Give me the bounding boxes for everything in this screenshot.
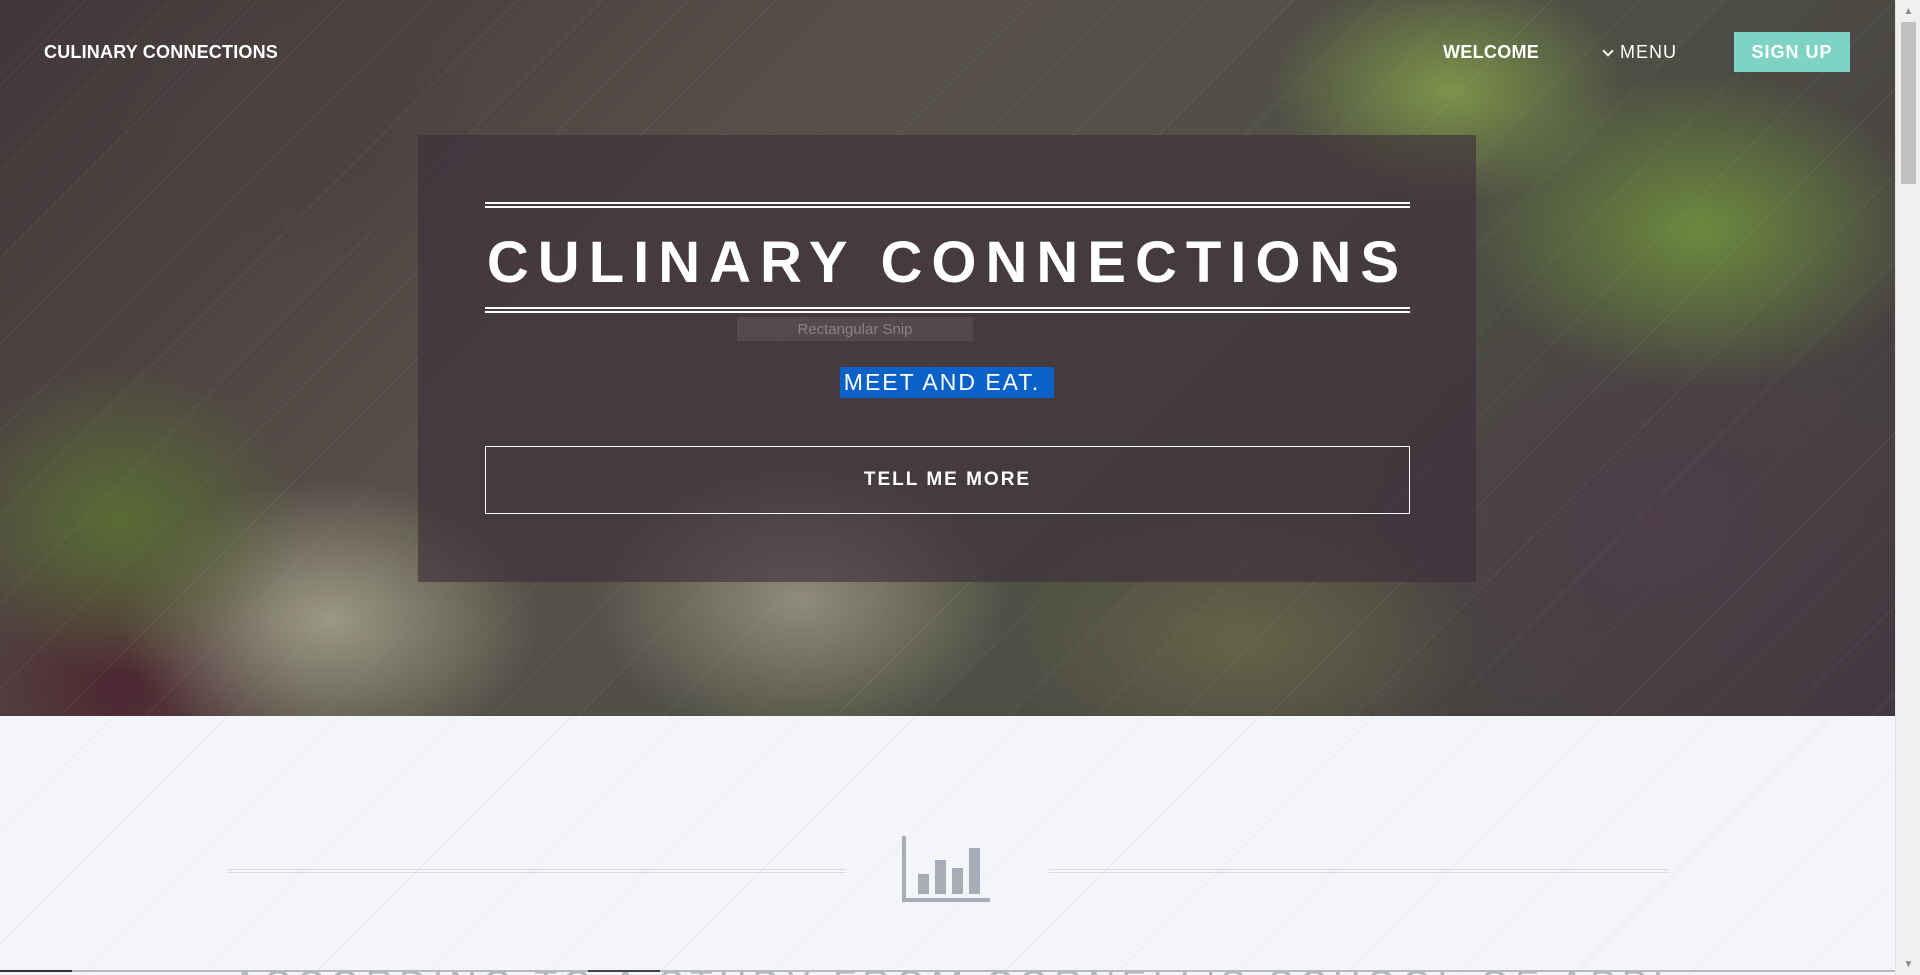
nav-menu-toggle[interactable]: MENU	[1602, 42, 1677, 63]
about-section: ACCORDING TO A STUDY FROM CORNELL'S SCHO…	[0, 716, 1895, 975]
sign-up-button[interactable]: SIGN UP	[1734, 32, 1850, 72]
scrollbar-thumb[interactable]	[1901, 22, 1916, 184]
title-rule-bottom	[485, 307, 1410, 313]
brand-link[interactable]: CULINARY CONNECTIONS	[44, 42, 278, 63]
hero-panel: CULINARY CONNECTIONS Rectangular Snip ME…	[418, 135, 1476, 582]
bottom-edge	[0, 970, 1895, 972]
hero-tagline: MEET AND EAT.	[839, 367, 1055, 398]
bar-chart-icon	[900, 836, 992, 904]
hero-title: CULINARY CONNECTIONS	[486, 230, 1409, 295]
hero-tagline-wrap: MEET AND EAT.	[418, 367, 1476, 398]
scroll-down-icon[interactable]: ▼	[1896, 953, 1920, 975]
chevron-down-icon	[1602, 44, 1614, 57]
title-rule-top	[485, 202, 1410, 208]
tell-me-more-button[interactable]: TELL ME MORE	[485, 446, 1410, 514]
scroll-up-icon[interactable]: ▲	[1896, 0, 1920, 22]
section-divider-left	[228, 869, 846, 873]
nav-menu-label: MENU	[1620, 42, 1677, 62]
vertical-scrollbar[interactable]: ▲ ▼	[1895, 0, 1920, 975]
section-divider-right	[1049, 869, 1668, 873]
top-nav: CULINARY CONNECTIONS WELCOME MENU SIGN U…	[0, 0, 1895, 105]
snip-tool-label: Rectangular Snip	[737, 317, 973, 341]
nav-welcome-link[interactable]: WELCOME	[1443, 42, 1539, 63]
